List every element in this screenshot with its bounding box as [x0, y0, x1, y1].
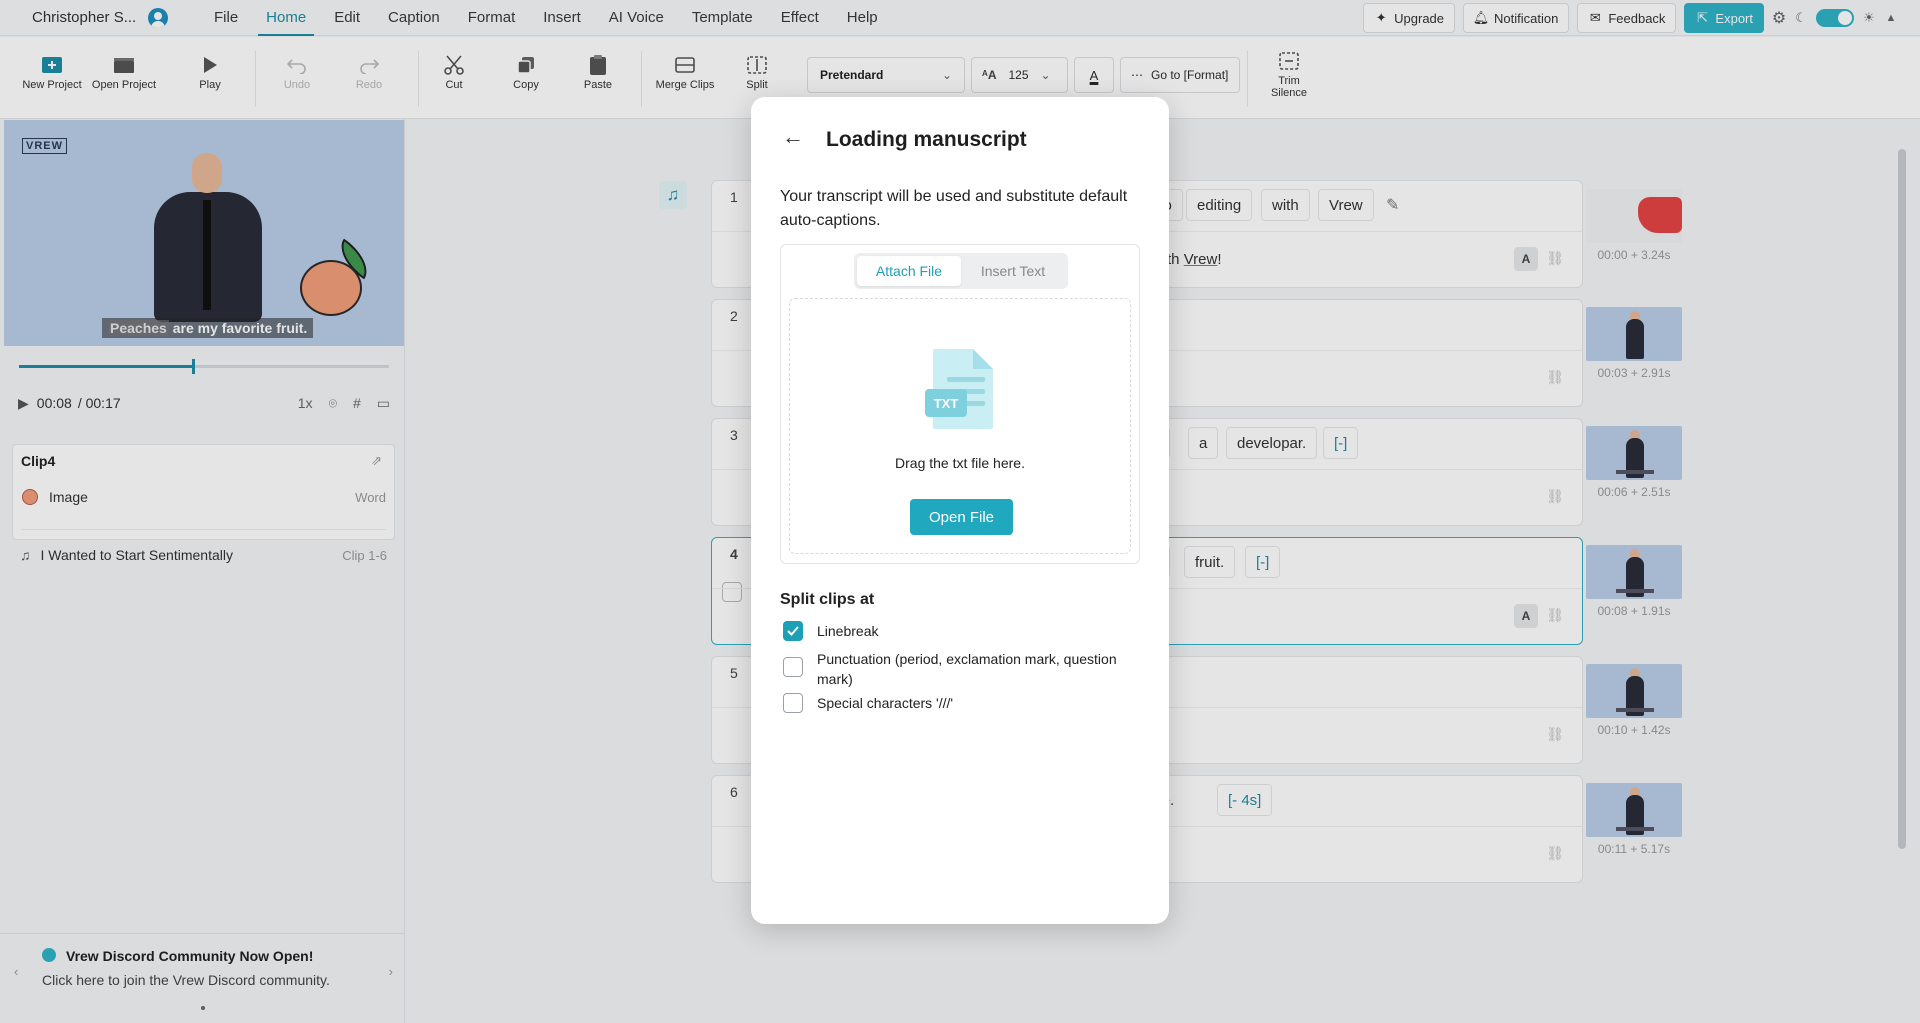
- option-special-characters[interactable]: Special characters '///': [783, 693, 1143, 713]
- tab-attach-file[interactable]: Attach File: [857, 256, 961, 286]
- option-label: Punctuation (period, exclamation mark, q…: [817, 651, 1117, 687]
- linebreak-checkbox[interactable]: [783, 621, 803, 641]
- open-file-button[interactable]: Open File: [910, 499, 1013, 535]
- tab-insert-text[interactable]: Insert Text: [961, 256, 1065, 286]
- option-punctuation[interactable]: Punctuation (period, exclamation mark, q…: [783, 649, 1143, 689]
- option-label: Linebreak: [817, 623, 879, 639]
- txt-badge: TXT: [934, 396, 959, 411]
- file-drop-zone[interactable]: TXT Drag the txt file here. Open File: [789, 298, 1131, 554]
- check-icon: [787, 626, 799, 636]
- back-arrow-icon[interactable]: ←: [781, 124, 805, 149]
- drop-hint: Drag the txt file here.: [895, 455, 1025, 471]
- loading-manuscript-dialog: ← Loading manuscript Your transcript wil…: [751, 97, 1169, 924]
- option-label: Special characters '///': [817, 695, 954, 711]
- txt-file-icon: TXT: [925, 347, 995, 431]
- attach-panel: Attach File Insert Text TXT Drag the txt…: [780, 244, 1140, 564]
- split-section-title: Split clips at: [780, 591, 875, 608]
- source-tabs: Attach File Insert Text: [854, 253, 1068, 289]
- dialog-title: Loading manuscript: [826, 128, 1027, 151]
- punctuation-checkbox[interactable]: [783, 657, 803, 677]
- option-linebreak[interactable]: Linebreak: [783, 621, 1143, 641]
- special-characters-checkbox[interactable]: [783, 693, 803, 713]
- dialog-description: Your transcript will be used and substit…: [780, 188, 1128, 229]
